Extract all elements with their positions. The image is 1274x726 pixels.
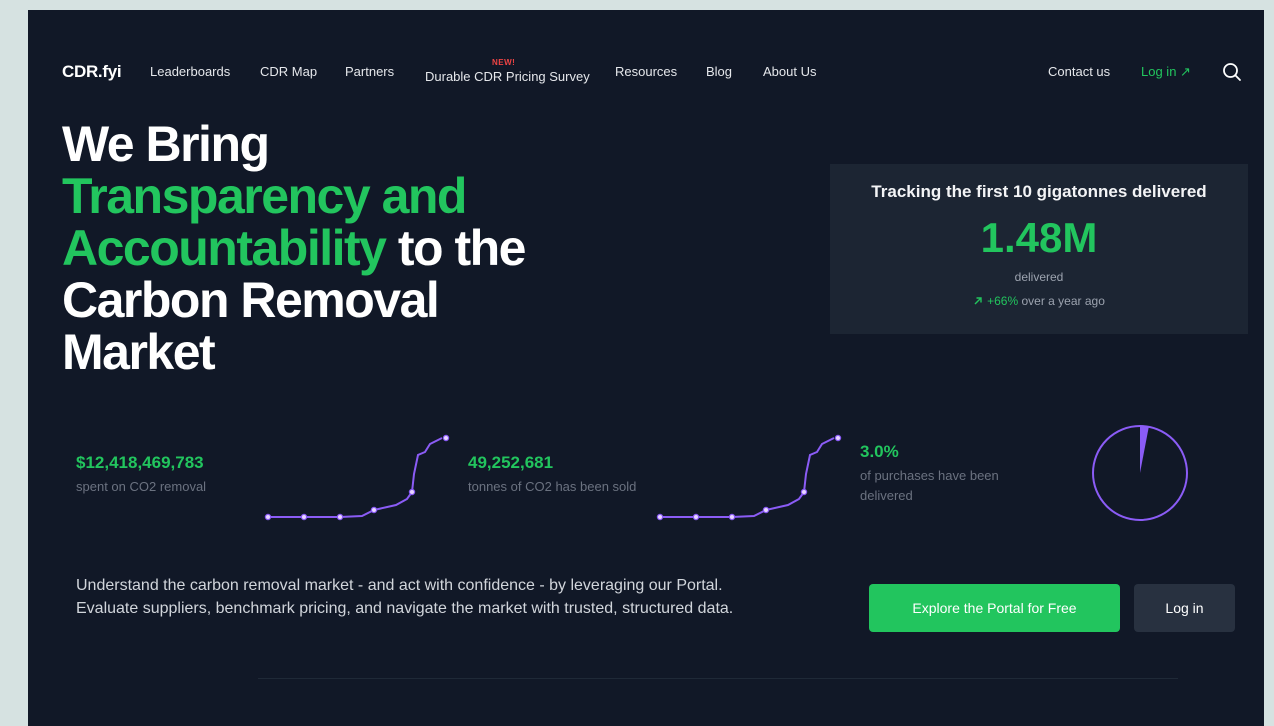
nav-login-link[interactable]: Log in ↗: [1141, 64, 1191, 80]
tracking-growth: +66% over a year ago: [830, 294, 1248, 308]
stat-delivered-label-line1: of purchases have been: [860, 468, 999, 483]
spark-point: [442, 434, 450, 442]
login-button[interactable]: Log in: [1134, 584, 1235, 632]
hero-heading: We Bring Transparency and Accountability…: [62, 118, 622, 378]
hero-line-3-rest: to the: [385, 220, 527, 276]
section-divider: [258, 678, 1178, 679]
spark-point: [264, 513, 272, 521]
tracking-card: Tracking the first 10 gigatonnes deliver…: [830, 164, 1248, 334]
spent-sparkline: [264, 434, 450, 521]
spark-point: [300, 513, 308, 521]
pie-slice-delivered: [1140, 426, 1149, 473]
tracking-value: 1.48M: [980, 214, 1098, 261]
spark-point: [762, 506, 770, 514]
hero-highlight-1: Transparency and: [62, 168, 467, 224]
stat-delivered-label-line2: delivered: [860, 488, 913, 503]
growth-text: over a year ago: [1018, 294, 1105, 308]
sold-sparkline: [656, 434, 842, 521]
search-icon[interactable]: [1222, 62, 1242, 82]
nav-partners[interactable]: Partners: [345, 64, 394, 79]
stat-sold-label: tonnes of CO2 has been sold: [468, 479, 637, 494]
nav-about-us[interactable]: About Us: [763, 64, 816, 79]
growth-value: +66%: [987, 294, 1019, 308]
hero-line-4: Carbon Removal: [62, 272, 440, 328]
hero-line-5: Market: [62, 324, 216, 380]
tracking-sub: delivered: [1014, 270, 1064, 284]
nav-pricing-survey[interactable]: Durable CDR Pricing Survey: [425, 69, 590, 84]
hero-highlight-2: Accountability: [62, 220, 387, 276]
description: Understand the carbon removal market - a…: [76, 577, 734, 617]
hero-line-3: Accountability to the: [62, 222, 622, 274]
stat-delivered-label: of purchases have been delivered: [860, 466, 999, 506]
nav-contact[interactable]: Contact us: [1048, 64, 1110, 79]
spark-point: [336, 513, 344, 521]
explore-portal-button[interactable]: Explore the Portal for Free: [869, 584, 1120, 632]
hero-line-1: We Bring: [62, 116, 270, 172]
stat-sold-value: 49,252,681: [468, 453, 554, 472]
delivered-pie: [1092, 425, 1188, 521]
arrow-up-right-icon: [974, 297, 982, 305]
spark-point: [834, 434, 842, 442]
stat-spent-value: $12,418,469,783: [76, 453, 204, 472]
tracking-title: Tracking the first 10 gigatonnes deliver…: [871, 182, 1207, 201]
stat-spent-label: spent on CO2 removal: [76, 479, 207, 494]
spark-point: [370, 506, 378, 514]
stat-delivered-value: 3.0%: [860, 442, 899, 461]
spark-point: [408, 488, 416, 496]
site-logo[interactable]: CDR.fyi: [62, 62, 122, 82]
spark-point: [656, 513, 664, 521]
new-badge: NEW!: [492, 58, 516, 67]
page-frame: CDR.fyi Leaderboards CDR Map Partners NE…: [28, 10, 1264, 726]
spark-point: [800, 488, 808, 496]
nav-cdr-map[interactable]: CDR Map: [260, 64, 317, 79]
nav-resources[interactable]: Resources: [615, 64, 677, 79]
nav-leaderboards[interactable]: Leaderboards: [150, 64, 230, 79]
nav-blog[interactable]: Blog: [706, 64, 732, 79]
spark-point: [692, 513, 700, 521]
spark-point: [728, 513, 736, 521]
